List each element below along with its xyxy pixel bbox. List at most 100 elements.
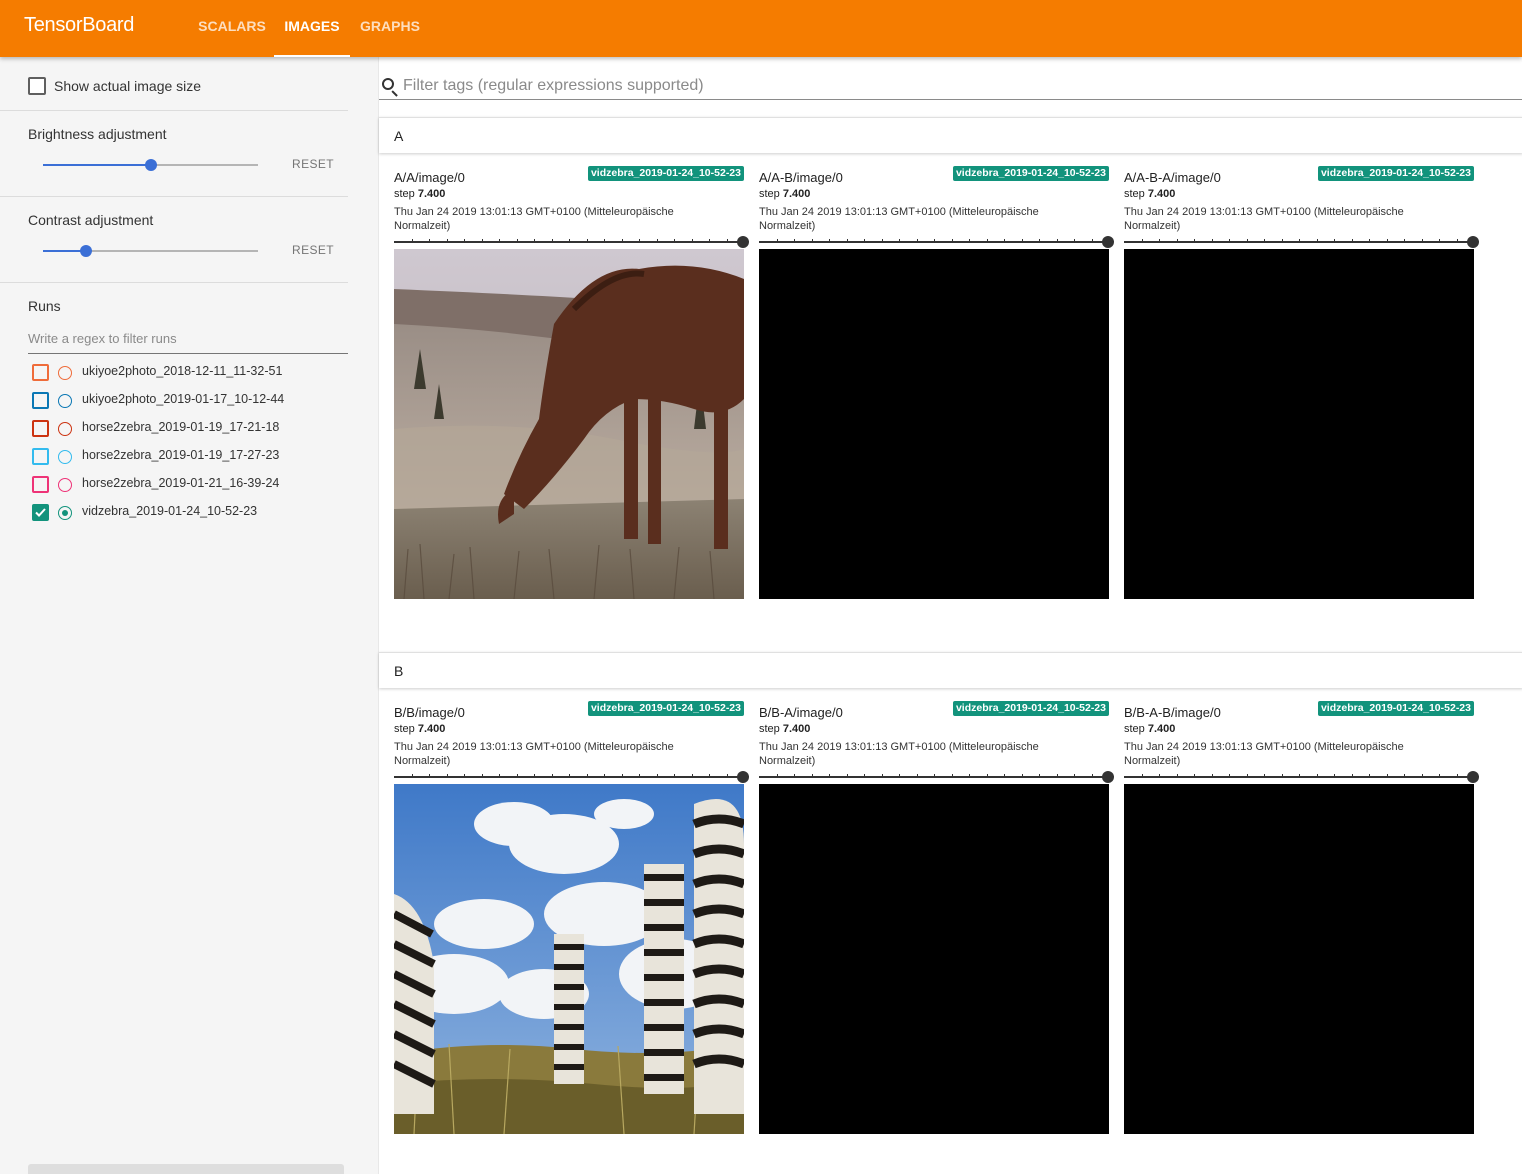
wall-time: Thu Jan 24 2019 13:01:13 GMT+0100 (Mitte… bbox=[759, 206, 1039, 232]
step-slider[interactable] bbox=[759, 236, 1114, 248]
slider-tick bbox=[691, 239, 693, 243]
image-card: A/A-B/image/0 vidzebra_2019-01-24_10-52-2… bbox=[759, 158, 1114, 599]
image-display[interactable] bbox=[759, 784, 1109, 1134]
step-slider-thumb[interactable] bbox=[1102, 771, 1114, 783]
step-slider[interactable] bbox=[394, 236, 749, 248]
filter-underline bbox=[379, 99, 1522, 100]
tag-filter-input[interactable]: Filter tags (regular expressions support… bbox=[403, 77, 704, 95]
slider-tick bbox=[1369, 239, 1370, 243]
slider-tick bbox=[899, 774, 900, 778]
slider-tick bbox=[1299, 774, 1300, 778]
brightness-slider[interactable] bbox=[43, 159, 258, 171]
slider-thumb[interactable] bbox=[80, 245, 92, 257]
run-badge: vidzebra_2019-01-24_10-52-23 bbox=[952, 701, 1109, 716]
runs-filter-input[interactable]: Write a regex to filter runs bbox=[28, 330, 348, 354]
run-checkbox[interactable] bbox=[32, 364, 49, 381]
wall-time: Thu Jan 24 2019 13:01:13 GMT+0100 (Mitte… bbox=[759, 741, 1039, 767]
slider-tick bbox=[1141, 774, 1143, 778]
slider-tick bbox=[1264, 774, 1265, 778]
image-display[interactable] bbox=[394, 249, 744, 599]
run-name: ukiyoe2photo_2019-01-17_10-12-44 bbox=[82, 392, 285, 406]
tab-images[interactable]: IMAGES bbox=[274, 0, 350, 57]
run-radio[interactable] bbox=[58, 450, 72, 464]
run-radio[interactable] bbox=[58, 366, 72, 380]
section-header-b[interactable]: B bbox=[379, 652, 1522, 688]
slider-tick bbox=[846, 239, 848, 243]
section-title: B bbox=[394, 663, 404, 679]
step-value: 7.400 bbox=[1147, 188, 1176, 200]
slider-tick bbox=[499, 774, 500, 778]
step-value: 7.400 bbox=[782, 188, 811, 200]
slider-thumb[interactable] bbox=[144, 159, 157, 171]
contrast-slider[interactable] bbox=[43, 245, 258, 257]
app-title: TensorBoard bbox=[24, 14, 135, 36]
slider-tick bbox=[864, 239, 865, 243]
wall-time: Thu Jan 24 2019 13:01:13 GMT+0100 (Mitte… bbox=[394, 206, 674, 232]
image-display[interactable] bbox=[759, 249, 1109, 599]
slider-tick bbox=[1421, 239, 1423, 243]
slider-tick bbox=[1176, 774, 1178, 778]
image-card: B/B/image/0 vidzebra_2019-01-24_10-52-23 s… bbox=[394, 693, 749, 1134]
run-checkbox[interactable] bbox=[32, 476, 49, 493]
image-tag: B/B-A-B/image/0 bbox=[1124, 705, 1221, 720]
run-name: horse2zebra_2019-01-19_17-27-23 bbox=[82, 448, 280, 462]
step-slider-thumb[interactable] bbox=[737, 236, 749, 248]
slider-tick bbox=[1056, 774, 1058, 778]
step-label: step bbox=[1124, 188, 1145, 200]
slider-tick bbox=[1091, 774, 1093, 778]
slider-tick bbox=[1211, 774, 1213, 778]
runs-title: Runs bbox=[28, 298, 61, 314]
run-radio[interactable] bbox=[58, 422, 72, 436]
step-slider-thumb[interactable] bbox=[1467, 771, 1479, 783]
step-slider[interactable] bbox=[759, 771, 1114, 783]
run-radio[interactable] bbox=[58, 478, 72, 492]
slider-tick bbox=[986, 239, 988, 243]
step-slider[interactable] bbox=[1124, 771, 1479, 783]
show-actual-size-label: Show actual image size bbox=[54, 78, 202, 94]
run-badge: vidzebra_2019-01-24_10-52-23 bbox=[587, 701, 744, 716]
slider-tick bbox=[1194, 774, 1195, 778]
slider-tick bbox=[1404, 239, 1405, 243]
slider-tick bbox=[1039, 774, 1040, 778]
slider-tick bbox=[1439, 239, 1440, 243]
slider-tick bbox=[776, 239, 778, 243]
divider bbox=[0, 282, 348, 283]
slider-tick bbox=[569, 239, 570, 243]
show-actual-size-checkbox[interactable] bbox=[28, 77, 46, 95]
slider-tick bbox=[446, 774, 448, 778]
image-display[interactable] bbox=[394, 784, 744, 1134]
toggle-all-runs-button[interactable] bbox=[28, 1164, 344, 1174]
slider-tick bbox=[916, 239, 918, 243]
slider-tick bbox=[411, 239, 413, 243]
section-header-a[interactable]: A bbox=[379, 117, 1522, 153]
image-display[interactable] bbox=[1124, 249, 1474, 599]
run-checkbox[interactable] bbox=[32, 448, 49, 465]
slider-tick bbox=[499, 239, 500, 243]
step-slider-thumb[interactable] bbox=[1467, 236, 1479, 248]
run-badge: vidzebra_2019-01-24_10-52-23 bbox=[952, 166, 1109, 181]
slider-tick bbox=[1194, 239, 1195, 243]
main-panel: Filter tags (regular expressions support… bbox=[378, 57, 1522, 1174]
slider-tick bbox=[551, 239, 553, 243]
step-slider[interactable] bbox=[394, 771, 749, 783]
run-radio[interactable] bbox=[58, 506, 72, 520]
tab-graphs[interactable]: GRAPHS bbox=[356, 0, 424, 57]
run-checkbox[interactable] bbox=[32, 420, 49, 437]
contrast-reset-button[interactable]: RESET bbox=[292, 243, 334, 257]
tab-scalars[interactable]: SCALARS bbox=[196, 0, 268, 57]
slider-tick bbox=[951, 774, 953, 778]
brightness-reset-button[interactable]: RESET bbox=[292, 157, 334, 171]
step-slider[interactable] bbox=[1124, 236, 1479, 248]
run-checkbox[interactable] bbox=[32, 504, 49, 521]
slider-tick bbox=[794, 774, 795, 778]
image-tag: A/A/image/0 bbox=[394, 170, 465, 185]
step-slider-thumb[interactable] bbox=[1102, 236, 1114, 248]
run-checkbox[interactable] bbox=[32, 392, 49, 409]
step-slider-thumb[interactable] bbox=[737, 771, 749, 783]
image-display[interactable] bbox=[1124, 784, 1474, 1134]
slider-tick bbox=[464, 239, 465, 243]
step-info: step 7.400 bbox=[394, 188, 445, 200]
slider-tick bbox=[1229, 774, 1230, 778]
run-radio[interactable] bbox=[58, 394, 72, 408]
slider-tick bbox=[794, 239, 795, 243]
